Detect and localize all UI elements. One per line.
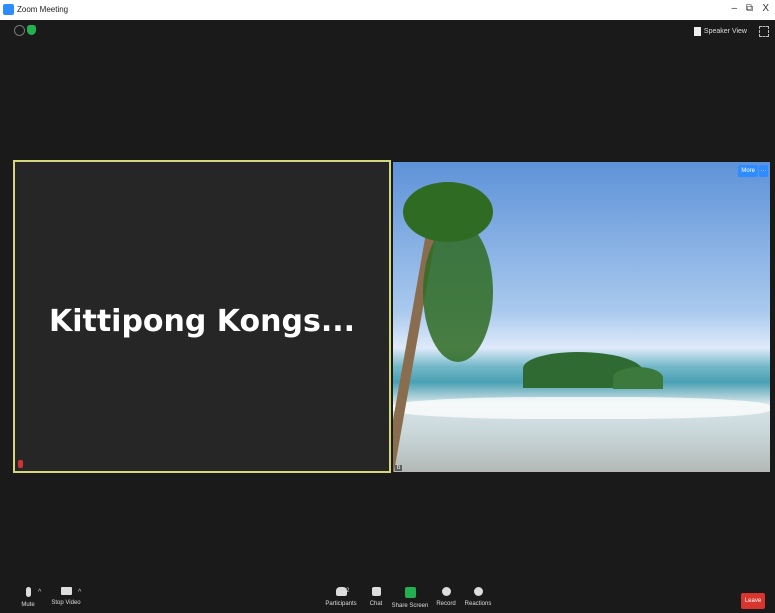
video-camera-icon — [60, 587, 72, 595]
record-icon — [441, 587, 451, 596]
mute-label: Mute — [21, 602, 35, 608]
more-options-button[interactable]: ··· — [759, 165, 768, 177]
participants-count: 2 — [346, 588, 350, 594]
island-shape-small — [613, 367, 663, 389]
participant-tile-active-speaker[interactable]: Kittipong Kongs... — [13, 160, 391, 473]
share-screen-button[interactable]: Share Screen — [390, 585, 430, 609]
encryption-shield-icon[interactable] — [27, 25, 36, 35]
palm-fronds-lower — [423, 222, 493, 362]
record-label: Record — [436, 601, 456, 607]
fullscreen-icon[interactable] — [759, 26, 769, 37]
participant-name: Kittipong Kongs... — [48, 304, 356, 339]
muted-mic-icon — [18, 460, 23, 468]
stop-video-label: Stop Video — [51, 600, 81, 606]
title-bar: Zoom Meeting – ⧉ X — [0, 0, 775, 20]
reactions-button[interactable]: Reactions — [458, 585, 498, 607]
audio-options-caret-icon[interactable]: ^ — [38, 589, 41, 596]
speaker-view-button[interactable]: Speaker View — [693, 25, 747, 37]
chat-icon — [371, 587, 381, 596]
wave-shape — [393, 397, 770, 419]
reactions-label: Reactions — [464, 601, 492, 607]
zoom-app-icon — [3, 4, 14, 15]
participant-name-label: b — [395, 465, 403, 471]
close-button[interactable]: X — [762, 3, 769, 15]
video-options-caret-icon[interactable]: ^ — [78, 589, 81, 596]
participants-icon — [335, 587, 347, 596]
speaker-view-label: Speaker View — [703, 27, 747, 35]
microphone-icon — [25, 587, 31, 597]
participants-label: Participants — [325, 601, 357, 607]
mute-button[interactable]: Mute — [8, 585, 48, 608]
window-title: Zoom Meeting — [17, 5, 69, 14]
minimize-button[interactable]: – — [731, 3, 737, 15]
view-icon — [693, 26, 701, 36]
meeting-info-icon[interactable] — [14, 25, 25, 36]
maximize-button[interactable]: ⧉ — [746, 3, 753, 15]
chat-label: Chat — [369, 601, 383, 607]
share-screen-icon — [404, 587, 416, 598]
participant-tile-video[interactable]: More ··· b — [393, 162, 770, 472]
more-button[interactable]: More — [738, 165, 758, 177]
share-screen-label: Share Screen — [391, 603, 429, 609]
leave-button[interactable]: Leave — [741, 593, 765, 609]
reactions-icon — [473, 587, 483, 596]
participants-button[interactable]: Participants — [321, 585, 361, 607]
